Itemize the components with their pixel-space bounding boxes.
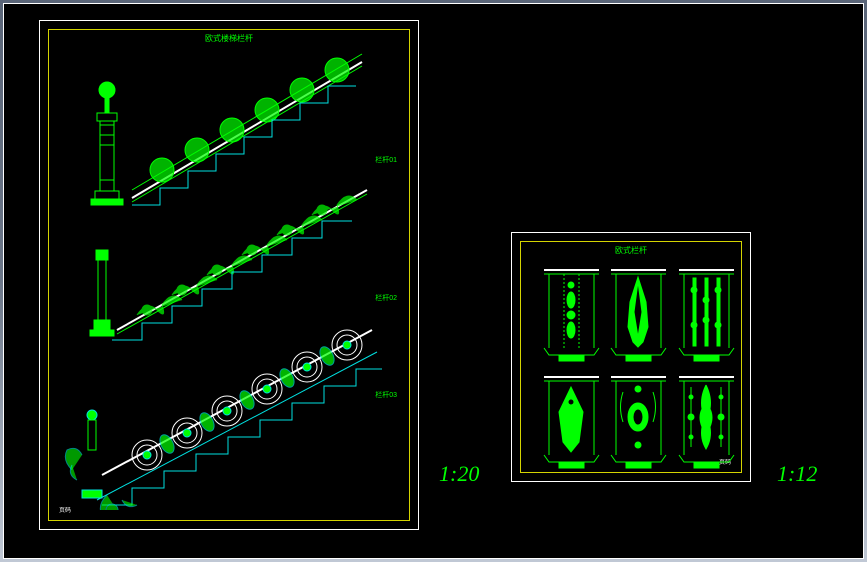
rail-label-3: 栏杆03 xyxy=(375,390,397,400)
sheet-border-a: 欧式楼梯栏杆 页码 栏杆01 栏杆02 栏杆03 xyxy=(48,29,410,521)
baluster-panels-drawing xyxy=(529,262,747,477)
scale-label-b: 1:12 xyxy=(777,461,817,487)
cad-canvas[interactable]: 欧式楼梯栏杆 页码 栏杆01 栏杆02 栏杆03 xyxy=(3,3,864,559)
sheet-border-b: 欧式栏杆 页码 xyxy=(520,241,742,473)
drawing-sheet-a[interactable]: 欧式楼梯栏杆 页码 栏杆01 栏杆02 栏杆03 xyxy=(39,20,419,530)
sheet-a-title: 欧式楼梯栏杆 xyxy=(49,33,409,44)
baluster-panel-6 xyxy=(679,377,734,468)
rail-label-2: 栏杆02 xyxy=(375,293,397,303)
stair-railings-drawing xyxy=(57,50,405,510)
scale-label-a: 1:20 xyxy=(439,461,479,487)
stair-railing-3 xyxy=(65,330,382,510)
rail-label-1: 栏杆01 xyxy=(375,155,397,165)
sheet-a-drawing: 栏杆01 栏杆02 栏杆03 xyxy=(57,50,401,508)
stair-railing-2 xyxy=(90,190,367,340)
drawing-sheet-b[interactable]: 欧式栏杆 页码 xyxy=(511,232,751,482)
sheet-b-drawing xyxy=(529,262,733,460)
baluster-panel-5 xyxy=(611,377,666,468)
stair-railing-1 xyxy=(91,54,362,205)
baluster-panel-2 xyxy=(611,270,666,361)
baluster-panel-1 xyxy=(544,270,599,361)
baluster-panel-4 xyxy=(544,377,599,468)
sheet-b-title: 欧式栏杆 xyxy=(521,245,741,256)
baluster-panel-3 xyxy=(679,270,734,361)
